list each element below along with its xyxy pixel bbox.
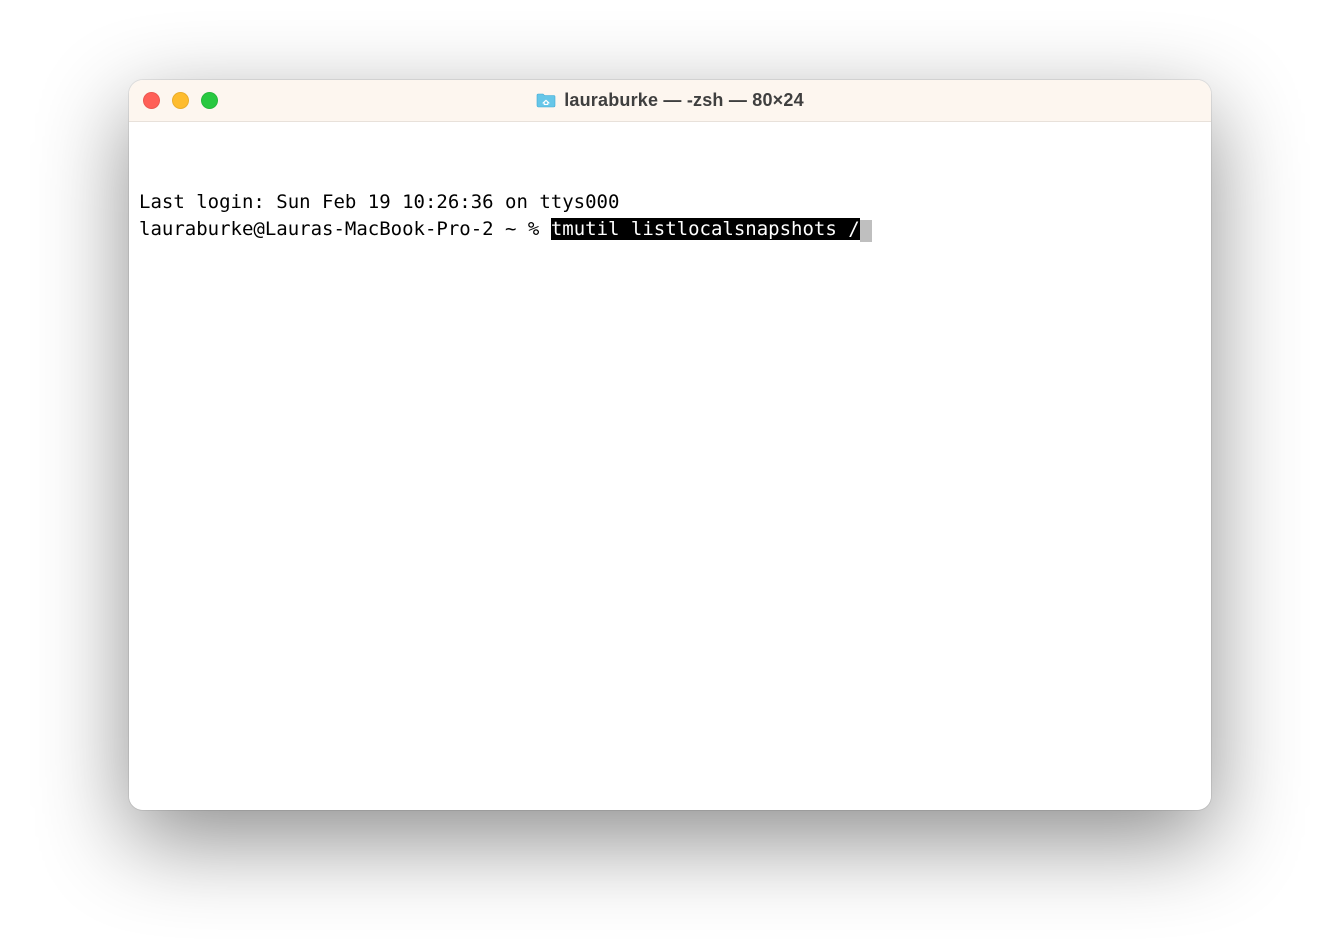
window-title: lauraburke — -zsh — 80×24 <box>564 90 804 111</box>
minimize-button[interactable] <box>172 92 189 109</box>
terminal-window: lauraburke — -zsh — 80×24 Last login: Su… <box>129 80 1211 810</box>
cursor <box>860 220 872 242</box>
titlebar[interactable]: lauraburke — -zsh — 80×24 <box>129 80 1211 122</box>
close-button[interactable] <box>143 92 160 109</box>
prompt-text: lauraburke@Lauras-MacBook-Pro-2 ~ % <box>139 218 551 240</box>
home-folder-icon <box>536 92 556 108</box>
prompt-line: lauraburke@Lauras-MacBook-Pro-2 ~ % tmut… <box>139 216 1201 244</box>
last-login-line: Last login: Sun Feb 19 10:26:36 on ttys0… <box>139 189 1201 217</box>
command-text: tmutil listlocalsnapshots / <box>551 218 860 240</box>
maximize-button[interactable] <box>201 92 218 109</box>
title-wrap: lauraburke — -zsh — 80×24 <box>129 90 1211 111</box>
traffic-lights <box>143 92 218 109</box>
terminal-body[interactable]: Last login: Sun Feb 19 10:26:36 on ttys0… <box>129 122 1211 810</box>
